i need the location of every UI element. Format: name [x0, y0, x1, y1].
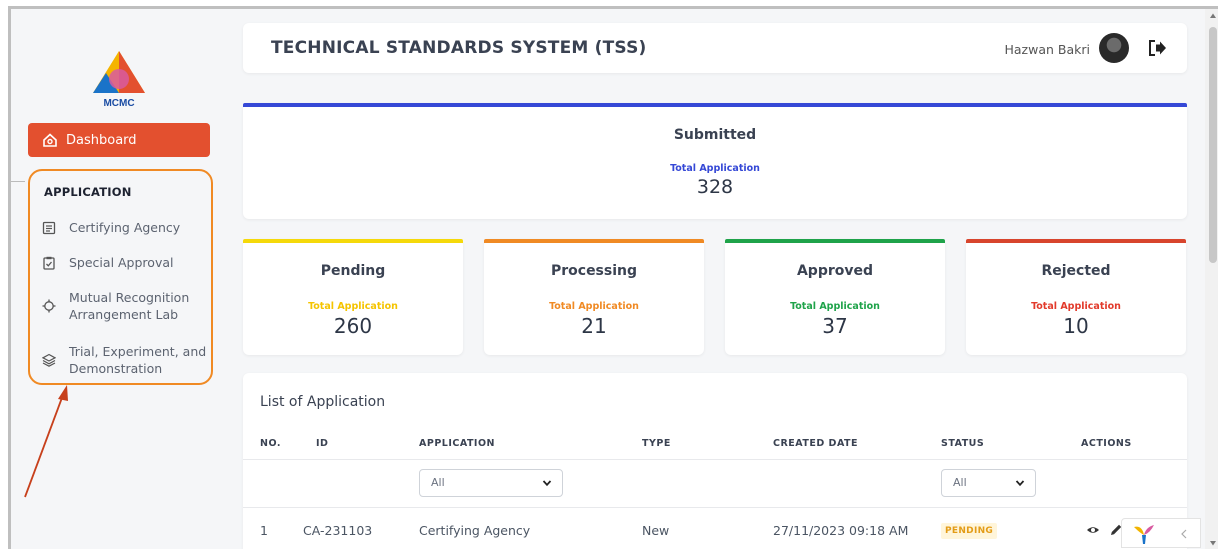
assistant-logo-icon	[1134, 525, 1154, 544]
divider	[11, 181, 25, 182]
sidebar-item-special-approval[interactable]: Special Approval	[42, 254, 173, 271]
view-icon[interactable]	[1086, 523, 1100, 537]
selected-value: All	[953, 476, 967, 489]
avatar[interactable]	[1099, 33, 1129, 63]
logout-icon[interactable]	[1147, 38, 1167, 58]
divider	[243, 459, 1187, 460]
cell-id: CA-231103	[303, 523, 373, 538]
approved-card[interactable]: Approved Total Application 37	[725, 239, 945, 355]
card-count: 21	[581, 314, 607, 338]
status-badge: PENDING	[941, 523, 998, 539]
pending-card[interactable]: Pending Total Application 260	[243, 239, 463, 355]
card-accent-bar	[725, 239, 945, 243]
card-title: Submitted	[673, 127, 757, 143]
card-subtitle: Total Application	[308, 301, 398, 312]
status-filter-select[interactable]: All	[941, 469, 1036, 497]
selected-value: All	[431, 476, 445, 489]
cell-application: Certifying Agency	[419, 523, 531, 538]
sidebar: MCMC Dashboard APPLICATION Certifying Ag…	[11, 9, 229, 549]
cell-type: New	[642, 523, 670, 538]
column-header-created-date: CREATED DATE	[773, 438, 859, 449]
card-subtitle: Total Application	[549, 301, 639, 312]
column-header-actions: ACTIONS	[1081, 438, 1132, 449]
processing-card[interactable]: Processing Total Application 21	[484, 239, 704, 355]
cell-created-date: 27/11/2023 09:18 AM	[773, 523, 909, 538]
clipboard-check-icon	[43, 256, 55, 270]
column-header-no: NO.	[260, 438, 281, 449]
card-count: 328	[696, 176, 734, 198]
sidebar-item-label: Special Approval	[69, 255, 174, 270]
card-count: 10	[1063, 314, 1089, 338]
app-window: MCMC Dashboard APPLICATION Certifying Ag…	[8, 6, 1218, 549]
dashboard-label: Dashboard	[66, 132, 137, 148]
list-title: List of Application	[260, 394, 386, 410]
sidebar-item-dashboard[interactable]: Dashboard	[28, 123, 210, 157]
card-title: Rejected	[1041, 263, 1111, 279]
card-title: Pending	[320, 263, 386, 279]
column-header-id: ID	[316, 438, 329, 449]
card-title: Approved	[796, 263, 874, 279]
divider	[243, 507, 1187, 508]
section-title: APPLICATION	[44, 185, 132, 199]
mcmc-logo: MCMC	[93, 51, 145, 109]
rejected-card[interactable]: Rejected Total Application 10	[966, 239, 1186, 355]
logo-text: MCMC	[103, 98, 134, 109]
card-accent-bar	[243, 103, 1187, 107]
card-count: 260	[333, 314, 373, 338]
sidebar-item-label: Trial, Experiment, and Demonstration	[69, 344, 207, 376]
crosshair-icon	[42, 299, 56, 313]
scroll-up-icon[interactable]	[1209, 12, 1217, 20]
card-subtitle: Total Application	[1031, 301, 1121, 312]
document-icon	[42, 221, 56, 234]
chevron-down-icon	[542, 480, 552, 487]
card-count: 37	[822, 314, 848, 338]
submitted-card[interactable]: Submitted Total Application 328	[243, 103, 1187, 219]
column-header-status: STATUS	[941, 438, 985, 449]
card-accent-bar	[966, 239, 1186, 243]
floating-assistant-widget[interactable]	[1121, 518, 1201, 548]
column-header-application: APPLICATION	[419, 438, 495, 449]
top-header: TECHNICAL STANDARDS SYSTEM (TSS) Hazwan …	[243, 23, 1187, 73]
sidebar-item-certifying-agency[interactable]: Certifying Agency	[42, 219, 180, 236]
card-accent-bar	[243, 239, 463, 243]
page-title: TECHNICAL STANDARDS SYSTEM (TSS)	[271, 38, 647, 58]
application-nav-group: APPLICATION Certifying Agency Special Ap…	[28, 169, 213, 385]
sidebar-item-trial-experiment[interactable]: Trial, Experiment, and Demonstration	[42, 343, 207, 377]
column-header-type: TYPE	[642, 438, 671, 449]
home-icon	[43, 133, 57, 147]
card-title: Processing	[550, 263, 638, 279]
card-subtitle: Total Application	[790, 301, 880, 312]
sidebar-item-label: Certifying Agency	[69, 220, 181, 235]
application-filter-select[interactable]: All	[419, 469, 563, 497]
chevron-down-icon	[1015, 480, 1025, 487]
sidebar-item-mra-lab[interactable]: Mutual Recognition Arrangement Lab	[42, 289, 202, 323]
card-subtitle: Total Application	[670, 163, 760, 174]
chevron-left-icon[interactable]	[1180, 529, 1188, 539]
sidebar-item-label: Mutual Recognition Arrangement Lab	[69, 290, 190, 322]
scroll-down-icon[interactable]	[1209, 539, 1217, 547]
cell-no: 1	[260, 523, 268, 538]
user-name[interactable]: Hazwan Bakri	[1005, 42, 1091, 57]
scroll-thumb[interactable]	[1209, 27, 1217, 263]
card-accent-bar	[484, 239, 704, 243]
vertical-scrollbar[interactable]	[1205, 9, 1218, 549]
layers-icon	[42, 353, 56, 367]
application-list: List of Application NO. ID APPLICATION T…	[243, 373, 1187, 549]
